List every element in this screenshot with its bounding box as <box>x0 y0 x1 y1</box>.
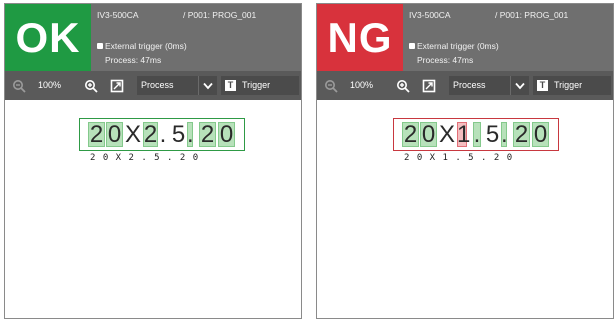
panel-ok: OK IV3-500CA / P001: PROG_001 External t… <box>4 3 302 319</box>
trigger-button[interactable]: T Trigger <box>533 76 611 95</box>
panel-ng: NG IV3-500CA / P001: PROG_001 External t… <box>316 3 614 319</box>
ocr-region: 2 0 X 2 . 5 . 2 0 <box>79 118 245 151</box>
ocr-char: 2 <box>143 121 158 148</box>
ocr-char-error: 1 <box>457 121 471 148</box>
zoom-level: 100% <box>350 80 374 90</box>
toolbar: 100% Process T Trigger <box>5 71 301 100</box>
ocr-result-text: 2 0 X 2 . 5 . 2 0 <box>90 153 200 163</box>
ocr-char: 2 <box>88 121 105 148</box>
ocr-char: . <box>159 121 167 148</box>
ocr-char: 2 <box>513 121 530 148</box>
status-tile: OK <box>5 4 91 71</box>
program-label: / P001: PROG_001 <box>495 10 569 20</box>
zoom-out-icon[interactable] <box>321 76 341 95</box>
trigger-status: External trigger (0ms) <box>409 41 499 51</box>
square-icon <box>97 42 103 49</box>
process-dropdown[interactable]: Process <box>449 76 529 95</box>
trigger-t-icon: T <box>225 80 236 91</box>
ocr-char: X <box>124 121 141 148</box>
ocr-char: 0 <box>532 121 549 148</box>
zoom-in-icon[interactable] <box>393 76 413 95</box>
ocr-char: . <box>501 121 508 148</box>
trigger-text: External trigger (0ms) <box>417 41 499 51</box>
panel-header: NG IV3-500CA / P001: PROG_001 External t… <box>317 4 613 71</box>
zoom-in-icon[interactable] <box>81 76 101 95</box>
ocr-char: 0 <box>218 121 235 148</box>
ocr-char: . <box>473 121 481 148</box>
model-label: IV3-500CA <box>409 10 451 20</box>
program-label: / P001: PROG_001 <box>183 10 257 20</box>
trigger-text: External trigger (0ms) <box>105 41 187 51</box>
fit-icon[interactable] <box>107 76 127 95</box>
trigger-label: Trigger <box>242 80 271 90</box>
ocr-char: 2 <box>402 121 419 148</box>
ocr-region: 2 0 X 1 . 5 . 2 0 <box>393 118 559 151</box>
status-tile: NG <box>317 4 403 71</box>
process-time: Process: 47ms <box>105 55 162 65</box>
ocr-result-text: 2 0 X 1 . 5 . 2 0 <box>404 153 514 163</box>
ocr-char: 2 <box>199 121 216 148</box>
chevron-down-icon <box>198 76 217 95</box>
process-label: Process <box>453 80 486 90</box>
ocr-char: 5 <box>485 121 500 148</box>
process-dropdown[interactable]: Process <box>137 76 217 95</box>
trigger-label: Trigger <box>554 80 583 90</box>
ocr-char: 5 <box>171 121 186 148</box>
process-time: Process: 47ms <box>417 55 474 65</box>
trigger-button[interactable]: T Trigger <box>221 76 299 95</box>
toolbar: 100% Process T Trigger <box>317 71 613 100</box>
square-icon <box>409 42 415 49</box>
ocr-char: 0 <box>420 121 437 148</box>
trigger-status: External trigger (0ms) <box>97 41 187 51</box>
zoom-level: 100% <box>38 80 62 90</box>
ocr-char: 0 <box>106 121 123 148</box>
zoom-out-icon[interactable] <box>9 76 29 95</box>
trigger-t-icon: T <box>537 80 548 91</box>
fit-icon[interactable] <box>419 76 439 95</box>
process-label: Process <box>141 80 174 90</box>
model-label: IV3-500CA <box>97 10 139 20</box>
ocr-char: X <box>438 121 455 148</box>
ocr-char: . <box>187 121 194 148</box>
panel-header: OK IV3-500CA / P001: PROG_001 External t… <box>5 4 301 71</box>
chevron-down-icon <box>510 76 529 95</box>
